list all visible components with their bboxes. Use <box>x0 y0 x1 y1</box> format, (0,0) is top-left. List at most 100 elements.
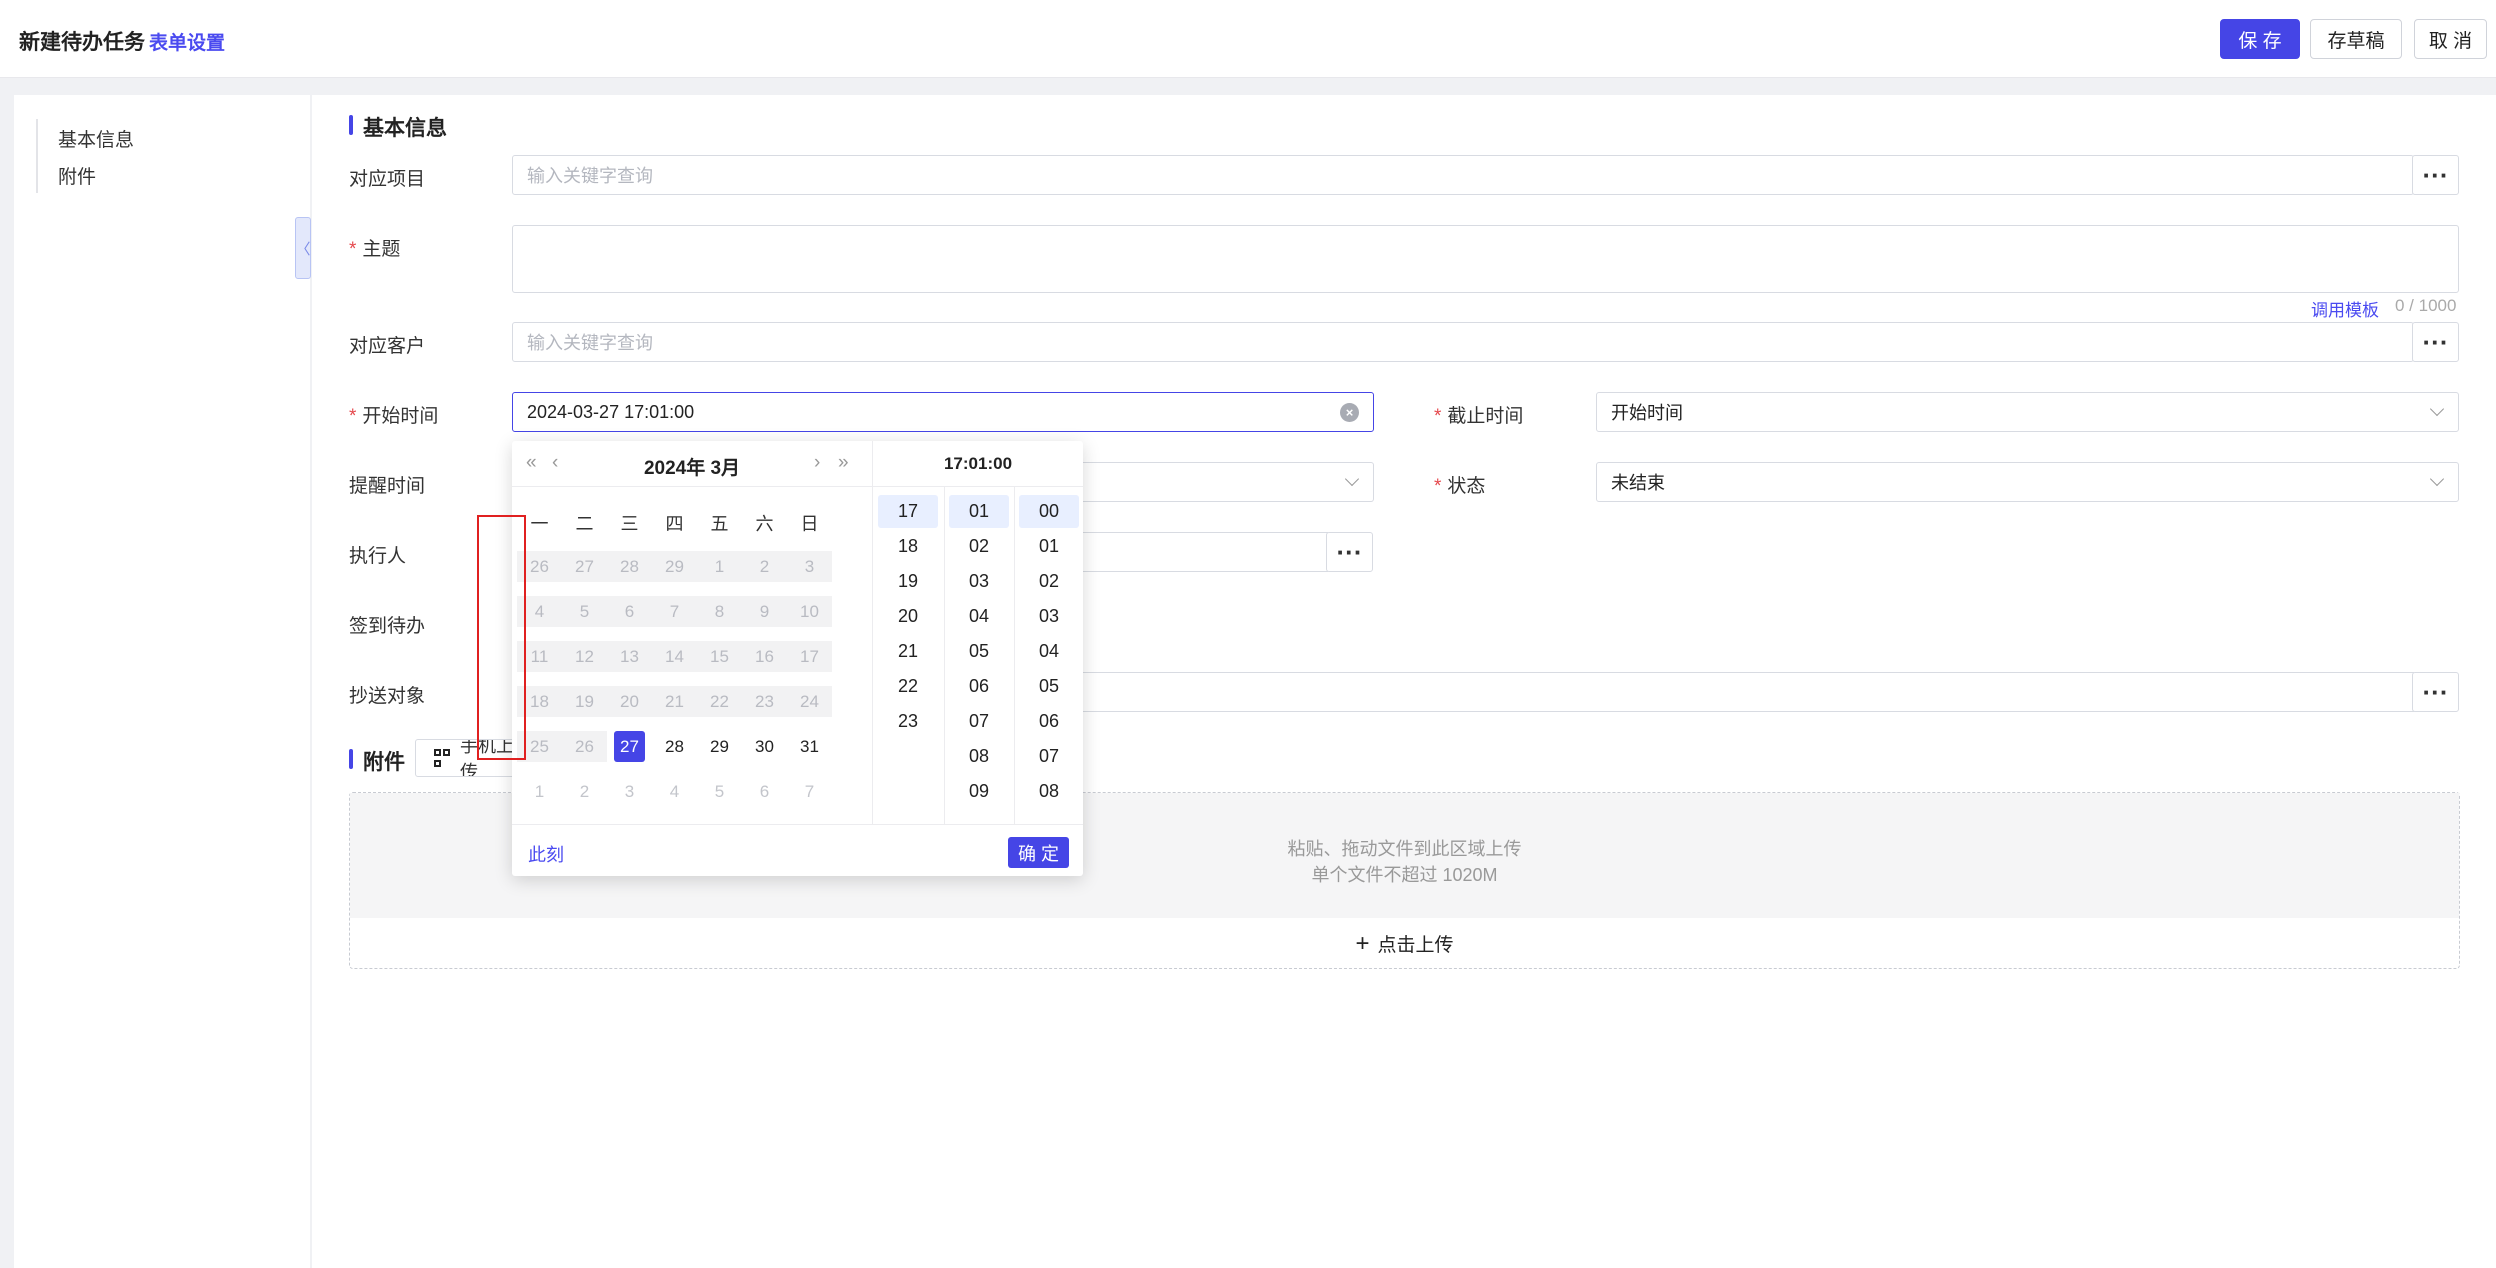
calendar-day-cell[interactable]: 27 <box>562 551 607 582</box>
click-upload-button[interactable]: + 点击上传 <box>350 918 2459 969</box>
calendar-day-cell[interactable]: 5 <box>562 596 607 627</box>
calendar-day-cell[interactable]: 3 <box>787 551 832 582</box>
second-option[interactable]: 06 <box>1019 705 1079 738</box>
clear-icon[interactable]: × <box>1340 403 1359 422</box>
calendar-day-cell[interactable]: 20 <box>607 686 652 717</box>
calendar-day-cell[interactable]: 7 <box>652 596 697 627</box>
form-settings-link[interactable]: 表单设置 <box>149 28 225 55</box>
minute-option[interactable]: 05 <box>949 635 1009 668</box>
calendar-day-cell[interactable]: 24 <box>787 686 832 717</box>
calendar-day-cell[interactable]: 7 <box>787 776 832 807</box>
project-more-button[interactable]: ··· <box>2412 155 2459 195</box>
minute-option[interactable]: 02 <box>949 530 1009 563</box>
section-title-attachments: 附件 <box>349 746 405 776</box>
second-option[interactable]: 08 <box>1019 775 1079 808</box>
calendar-day-cell[interactable]: 8 <box>697 596 742 627</box>
second-option[interactable]: 00 <box>1019 495 1079 528</box>
hour-option[interactable]: 21 <box>878 635 938 668</box>
call-template-link[interactable]: 调用模板 <box>2311 296 2379 321</box>
time-header: 17:01:00 <box>873 441 1083 487</box>
calendar-day-cell[interactable]: 13 <box>607 641 652 672</box>
calendar-day-cell[interactable]: 15 <box>697 641 742 672</box>
start-time-label: * 开始时间 <box>349 401 438 428</box>
status-select[interactable]: 未结束 <box>1596 462 2459 502</box>
calendar-day-cell[interactable]: 10 <box>787 596 832 627</box>
calendar-day-cell[interactable]: 29 <box>652 551 697 582</box>
subject-label: * 主题 <box>349 234 400 261</box>
minute-option[interactable]: 03 <box>949 565 1009 598</box>
hour-option[interactable]: 20 <box>878 600 938 633</box>
project-input[interactable]: 输入关键字查询 <box>512 155 2414 195</box>
second-option[interactable]: 01 <box>1019 530 1079 563</box>
cc-input[interactable] <box>1000 672 2414 712</box>
nav-item-basic-info[interactable]: 基本信息 <box>58 125 134 152</box>
cc-more-button[interactable]: ··· <box>2412 672 2459 712</box>
minute-option[interactable]: 09 <box>949 775 1009 808</box>
calendar-day-cell[interactable]: 28 <box>652 731 697 762</box>
calendar-day-cell[interactable]: 16 <box>742 641 787 672</box>
next-year-icon[interactable]: » <box>838 452 849 474</box>
calendar-day-cell[interactable]: 6 <box>742 776 787 807</box>
calendar-day-cell[interactable]: 21 <box>652 686 697 717</box>
calendar-day-cell[interactable]: 28 <box>607 551 652 582</box>
calendar-day-cell[interactable]: 23 <box>742 686 787 717</box>
calendar-day-cell[interactable]: 12 <box>562 641 607 672</box>
calendar-day-cell[interactable]: 27 <box>614 731 645 762</box>
weekday-header: 日 <box>800 514 819 534</box>
calendar-day-cell[interactable]: 22 <box>697 686 742 717</box>
minute-option[interactable]: 07 <box>949 705 1009 738</box>
minute-option[interactable]: 01 <box>949 495 1009 528</box>
calendar-day-cell[interactable]: 6 <box>607 596 652 627</box>
calendar-day-cell[interactable]: 3 <box>607 776 652 807</box>
hour-option[interactable]: 23 <box>878 705 938 738</box>
calendar-day-cell[interactable]: 1 <box>517 776 562 807</box>
second-option[interactable]: 04 <box>1019 635 1079 668</box>
hour-option[interactable]: 18 <box>878 530 938 563</box>
now-link[interactable]: 此刻 <box>528 841 564 867</box>
minute-option[interactable]: 04 <box>949 600 1009 633</box>
calendar-day-cell[interactable]: 30 <box>742 731 787 762</box>
datetime-picker-popup: « ‹ 2024年 3月 › » 一二三四五六日 26 27 28 29 1 2 3 4 5 6 7… <box>512 441 1083 876</box>
second-option[interactable]: 05 <box>1019 670 1079 703</box>
calendar-day-cell[interactable]: 2 <box>742 551 787 582</box>
save-draft-button[interactable]: 存草稿 <box>2310 19 2402 59</box>
calendar-day-cell[interactable]: 31 <box>787 731 832 762</box>
start-time-input[interactable]: 2024-03-27 17:01:00 × <box>512 392 1374 432</box>
save-button[interactable]: 保 存 <box>2220 19 2300 59</box>
cancel-button[interactable]: 取 消 <box>2414 19 2487 59</box>
hour-option[interactable]: 19 <box>878 565 938 598</box>
time-separator <box>872 441 873 824</box>
next-month-icon[interactable]: › <box>814 452 820 474</box>
calendar-day-cell[interactable]: 14 <box>652 641 697 672</box>
end-time-value: 开始时间 <box>1611 403 1683 423</box>
calendar-day-cell[interactable]: 9 <box>742 596 787 627</box>
customer-more-button[interactable]: ··· <box>2412 322 2459 362</box>
calendar-day-cell[interactable]: 5 <box>697 776 742 807</box>
calendar-day-cell[interactable]: 26 <box>562 731 607 762</box>
subject-label-text: 主题 <box>362 239 401 260</box>
end-time-select[interactable]: 开始时间 <box>1596 392 2459 432</box>
second-option[interactable]: 03 <box>1019 600 1079 633</box>
second-option[interactable]: 07 <box>1019 740 1079 773</box>
subject-textarea[interactable] <box>512 225 2459 293</box>
subject-char-counter: 0 / 1000 <box>2395 296 2457 315</box>
calendar-day-cell[interactable]: 17 <box>787 641 832 672</box>
calendar-day-cell[interactable]: 19 <box>562 686 607 717</box>
calendar-day-cell[interactable]: 2 <box>562 776 607 807</box>
nav-item-attachments[interactable]: 附件 <box>58 162 96 189</box>
executor-more-button[interactable]: ··· <box>1326 532 1373 572</box>
hour-option[interactable]: 17 <box>878 495 938 528</box>
checkin-label: 签到待办 <box>349 616 426 637</box>
second-option[interactable]: 02 <box>1019 565 1079 598</box>
minute-option[interactable]: 06 <box>949 670 1009 703</box>
collapse-sidebar-icon[interactable]: 〈 <box>295 217 311 279</box>
status-label: * 状态 <box>1434 471 1485 498</box>
calendar-day-cell[interactable]: 29 <box>697 731 742 762</box>
calendar-day-cell[interactable]: 1 <box>697 551 742 582</box>
calendar-day-cell[interactable]: 4 <box>652 776 697 807</box>
hour-option[interactable]: 22 <box>878 670 938 703</box>
minute-option[interactable]: 08 <box>949 740 1009 773</box>
end-time-label-text: 截止时间 <box>1447 406 1524 427</box>
confirm-button[interactable]: 确 定 <box>1008 837 1069 868</box>
customer-input[interactable]: 输入关键字查询 <box>512 322 2414 362</box>
